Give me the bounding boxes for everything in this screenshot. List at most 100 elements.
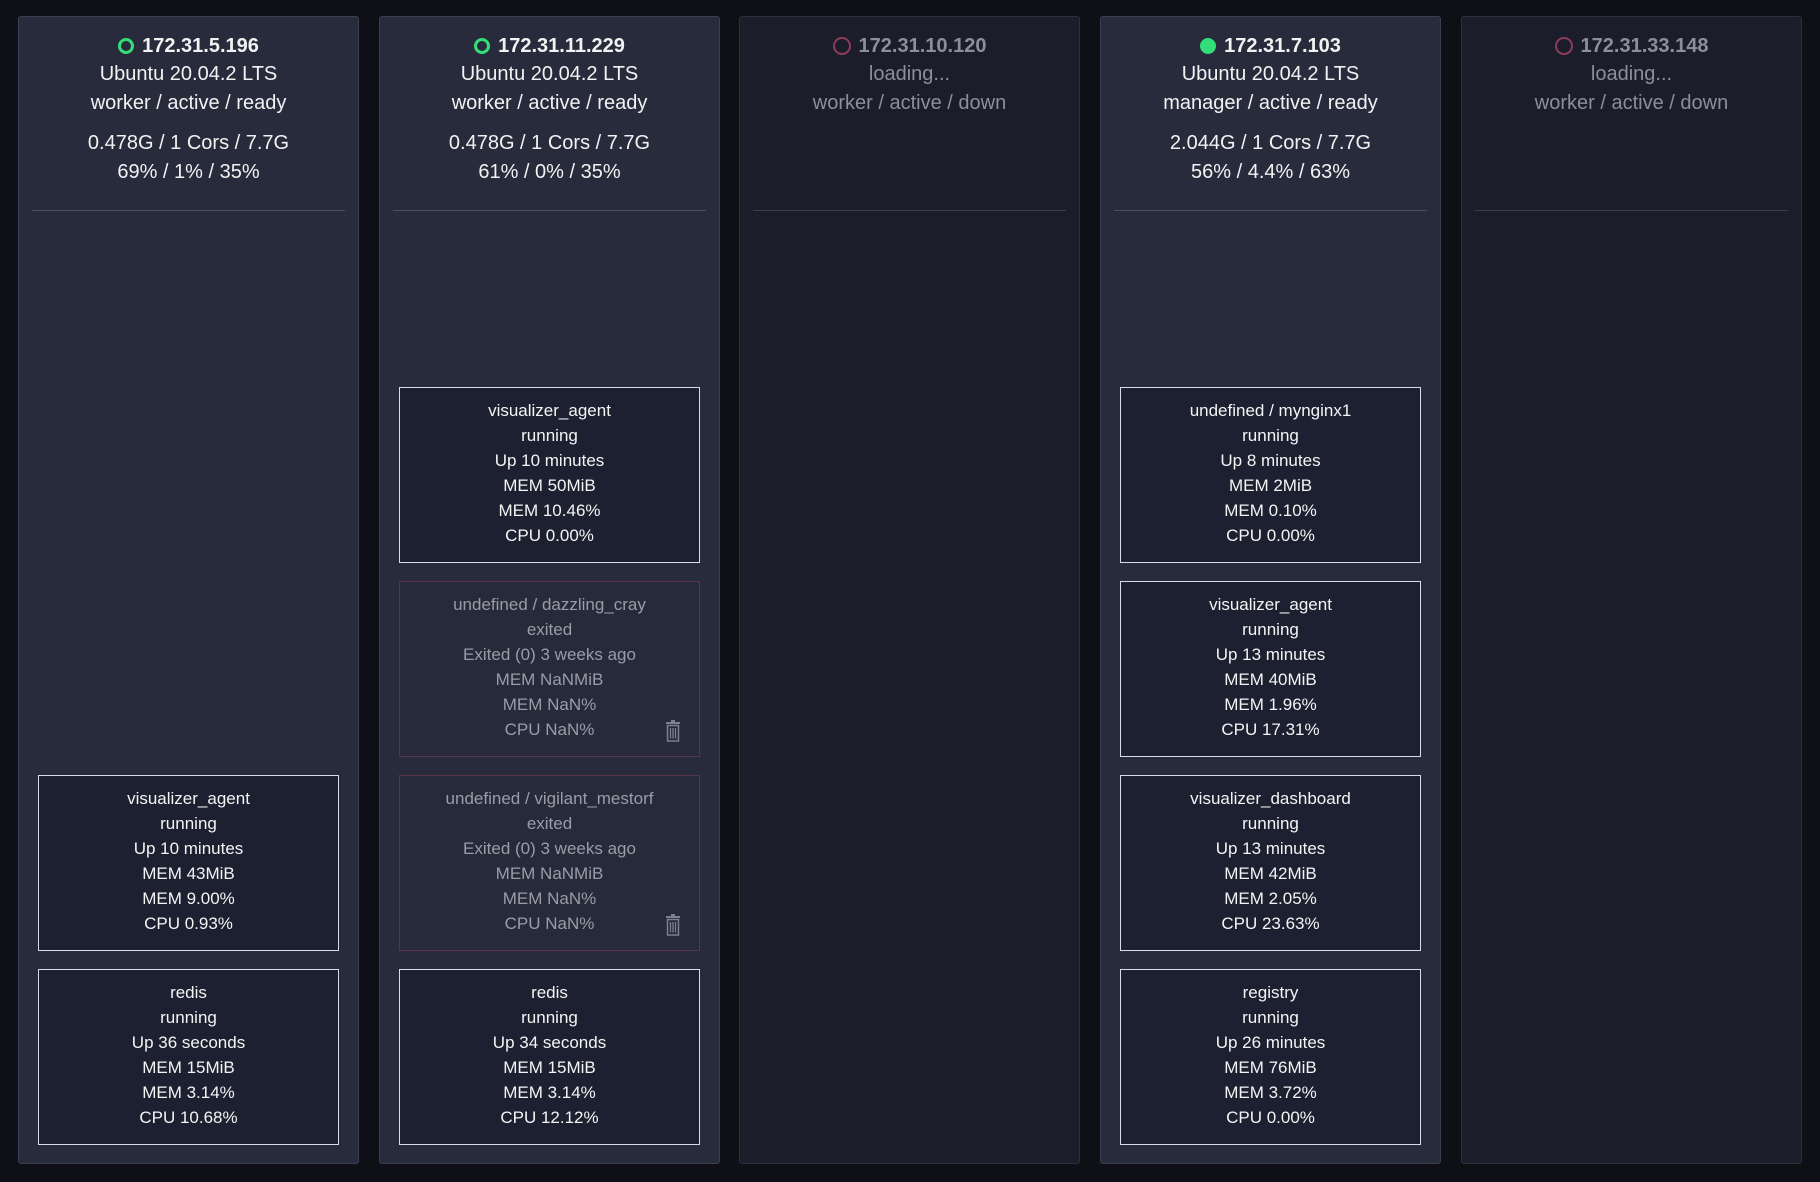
container-cpu: CPU 0.93% (144, 914, 233, 933)
container-mem: MEM 40MiB (1224, 670, 1317, 689)
container-uptime: Up 36 seconds (131, 1033, 246, 1052)
container-cpu: CPU 0.00% (1226, 526, 1315, 545)
container-list (740, 211, 1079, 1163)
node-role: worker / active / down (1534, 92, 1729, 114)
container-uptime: Up 13 minutes (1215, 645, 1326, 664)
container-cpu: CPU 0.00% (1226, 1108, 1315, 1127)
container-mem-pct: MEM 2.05% (1224, 889, 1317, 908)
node-usage: 61% / 0% / 35% (478, 161, 621, 183)
node-resources: 0.478G / 1 Cors / 7.7G (87, 132, 290, 154)
container-name: visualizer_agent (488, 401, 611, 420)
status-ring-icon (118, 38, 135, 54)
container-card[interactable]: visualizer_agent running Up 10 minutes M… (38, 775, 339, 951)
container-mem-pct: MEM 3.14% (503, 1083, 596, 1102)
container-card-exited[interactable]: undefined / vigilant_mestorf exited Exit… (399, 775, 700, 951)
node-header: 172.31.10.120 loading... worker / active… (753, 17, 1066, 211)
node-column-down: 172.31.10.120 loading... worker / active… (739, 16, 1080, 1164)
trash-icon[interactable] (665, 914, 681, 936)
container-mem: MEM 43MiB (142, 864, 235, 883)
node-column: 172.31.5.196 Ubuntu 20.04.2 LTS worker /… (18, 16, 359, 1164)
container-cpu: CPU 23.63% (1221, 914, 1320, 933)
container-mem-pct: MEM NaN% (502, 695, 597, 714)
node-role: worker / active / down (812, 92, 1007, 114)
container-name: undefined / dazzling_cray (453, 595, 646, 614)
node-os: loading... (868, 63, 951, 85)
container-list (1462, 211, 1801, 1163)
container-state: running (521, 426, 578, 445)
status-ring-icon (474, 38, 491, 54)
container-state: running (1242, 1008, 1299, 1027)
node-ip-line: 172.31.10.120 (753, 32, 1066, 60)
container-name: redis (170, 983, 207, 1002)
swarm-visualizer-board: 172.31.5.196 Ubuntu 20.04.2 LTS worker /… (0, 0, 1820, 1182)
container-mem: MEM 15MiB (503, 1058, 596, 1077)
container-mem: MEM NaNMiB (495, 670, 604, 689)
container-state: running (160, 1008, 217, 1027)
node-os: Ubuntu 20.04.2 LTS (99, 63, 278, 85)
container-mem: MEM 42MiB (1224, 864, 1317, 883)
container-cpu: CPU NaN% (504, 720, 595, 739)
container-uptime: Up 13 minutes (1215, 839, 1326, 858)
container-mem-pct: MEM 3.14% (142, 1083, 235, 1102)
container-name: redis (531, 983, 568, 1002)
container-cpu: CPU 0.00% (505, 526, 594, 545)
node-column-down: 172.31.33.148 loading... worker / active… (1461, 16, 1802, 1164)
container-list: visualizer_agent running Up 10 minutes M… (19, 211, 358, 1163)
trash-icon[interactable] (665, 720, 681, 742)
node-header: 172.31.7.103 Ubuntu 20.04.2 LTS manager … (1114, 17, 1427, 211)
container-cpu: CPU 17.31% (1221, 720, 1320, 739)
container-card[interactable]: registry running Up 26 minutes MEM 76MiB… (1120, 969, 1421, 1145)
container-uptime: Up 26 minutes (1215, 1033, 1326, 1052)
node-ip: 172.31.11.229 (498, 35, 625, 57)
container-name: visualizer_dashboard (1190, 789, 1351, 808)
status-ring-down-icon (1554, 37, 1573, 55)
container-uptime: Up 10 minutes (494, 451, 605, 470)
container-cpu: CPU 12.12% (500, 1108, 599, 1127)
container-card-exited[interactable]: undefined / dazzling_cray exited Exited … (399, 581, 700, 757)
container-state: running (1242, 814, 1299, 833)
container-cpu: CPU 10.68% (139, 1108, 238, 1127)
container-name: visualizer_agent (127, 789, 250, 808)
container-mem: MEM 15MiB (142, 1058, 235, 1077)
container-name: registry (1242, 983, 1299, 1002)
container-card[interactable]: visualizer_dashboard running Up 13 minut… (1120, 775, 1421, 951)
node-os: Ubuntu 20.04.2 LTS (1181, 63, 1360, 85)
container-mem-pct: MEM 1.96% (1224, 695, 1317, 714)
container-state: running (521, 1008, 578, 1027)
container-card[interactable]: visualizer_agent running Up 13 minutes M… (1120, 581, 1421, 757)
container-card[interactable]: visualizer_agent running Up 10 minutes M… (399, 387, 700, 563)
container-list: undefined / mynginx1 running Up 8 minute… (1101, 211, 1440, 1163)
container-name: undefined / mynginx1 (1189, 401, 1352, 420)
node-ip: 172.31.33.148 (1580, 35, 1709, 57)
node-resources: 2.044G / 1 Cors / 7.7G (1169, 132, 1372, 154)
container-uptime: Exited (0) 3 weeks ago (463, 839, 636, 858)
container-card[interactable]: redis running Up 36 seconds MEM 15MiB ME… (38, 969, 339, 1145)
container-mem: MEM 76MiB (1224, 1058, 1317, 1077)
container-card[interactable]: undefined / mynginx1 running Up 8 minute… (1120, 387, 1421, 563)
node-role: manager / active / ready (1163, 92, 1378, 114)
node-header: 172.31.11.229 Ubuntu 20.04.2 LTS worker … (393, 17, 706, 211)
node-ip-line: 172.31.33.148 (1475, 32, 1788, 60)
container-uptime: Up 10 minutes (133, 839, 244, 858)
container-mem-pct: MEM 3.72% (1224, 1083, 1317, 1102)
container-state: exited (526, 814, 573, 833)
container-list: visualizer_agent running Up 10 minutes M… (380, 211, 719, 1163)
container-state: running (160, 814, 217, 833)
node-usage: 56% / 4.4% / 63% (1191, 161, 1350, 183)
container-cpu: CPU NaN% (504, 914, 595, 933)
container-uptime: Up 8 minutes (1220, 451, 1321, 470)
container-uptime: Exited (0) 3 weeks ago (463, 645, 636, 664)
container-name: undefined / vigilant_mestorf (445, 789, 654, 808)
container-mem-pct: MEM 0.10% (1224, 501, 1317, 520)
container-card[interactable]: redis running Up 34 seconds MEM 15MiB ME… (399, 969, 700, 1145)
node-header: 172.31.33.148 loading... worker / active… (1475, 17, 1788, 211)
container-state: exited (526, 620, 573, 639)
container-mem-pct: MEM 10.46% (498, 501, 601, 520)
node-ip: 172.31.10.120 (858, 35, 987, 57)
container-name: visualizer_agent (1209, 595, 1332, 614)
node-role: worker / active / ready (451, 92, 648, 114)
node-usage: 69% / 1% / 35% (117, 161, 260, 183)
node-column: 172.31.7.103 Ubuntu 20.04.2 LTS manager … (1100, 16, 1441, 1164)
node-ip-line: 172.31.5.196 (32, 32, 345, 60)
node-column: 172.31.11.229 Ubuntu 20.04.2 LTS worker … (379, 16, 720, 1164)
